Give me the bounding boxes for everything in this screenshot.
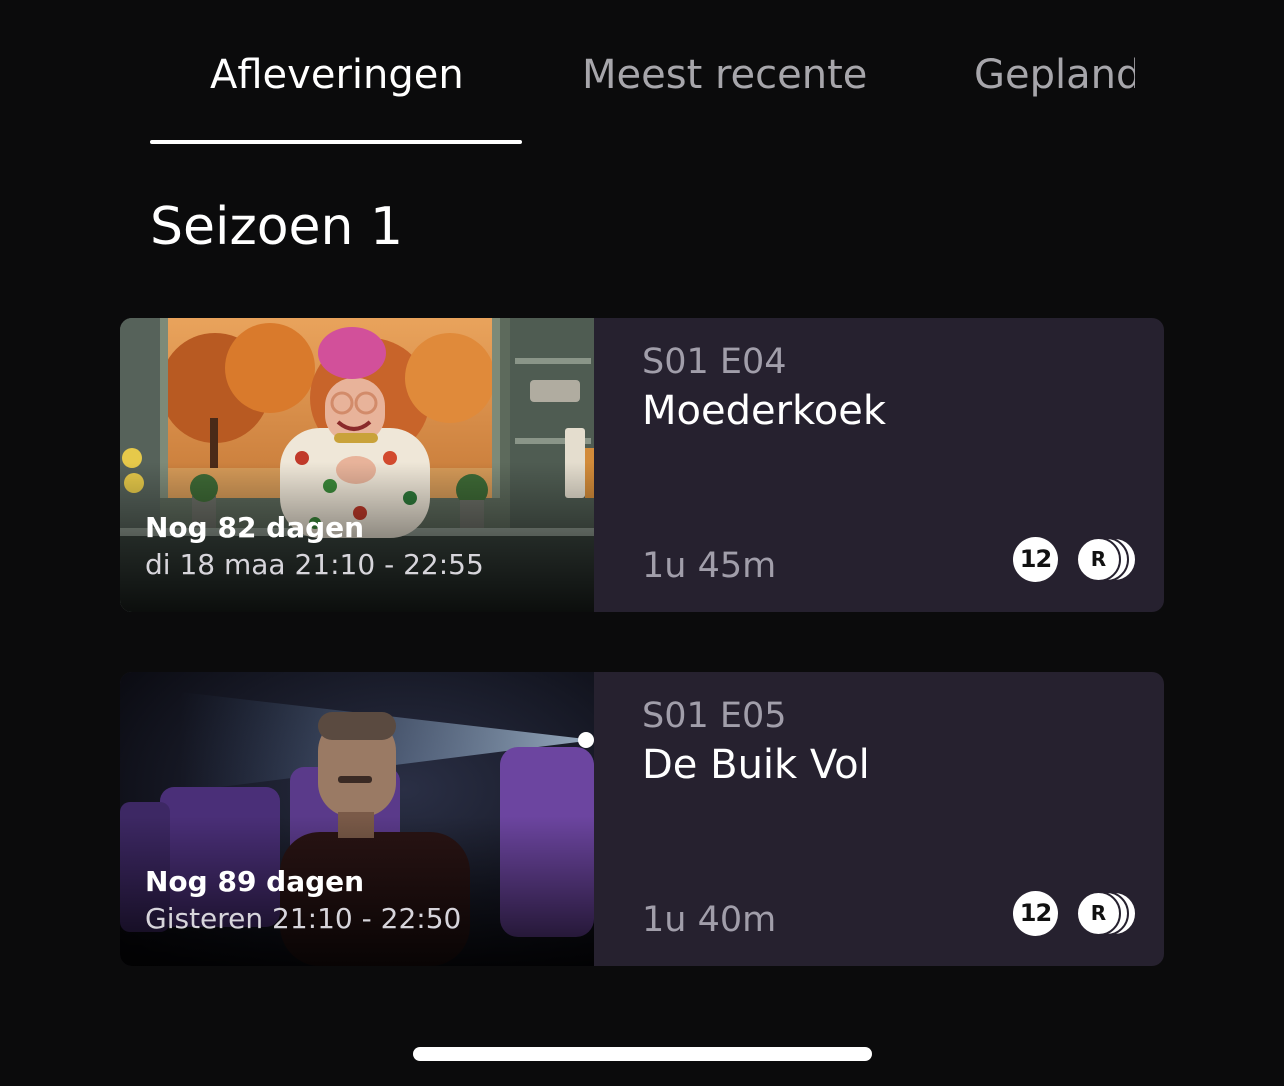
episode-duration: 1u 40m bbox=[642, 900, 777, 940]
tab-afleveringen[interactable]: Afleveringen bbox=[210, 50, 464, 100]
episode-info: S01 E05 De Buik Vol 1u 40m 12 R bbox=[594, 672, 1164, 966]
cooking-show-thumbnail: Nog 82 dagen di 18 maa 21:10 - 22:55 bbox=[120, 318, 594, 612]
cinema-thumbnail: Nog 89 dagen Gisteren 21:10 - 22:50 bbox=[120, 672, 594, 966]
active-tab-indicator bbox=[150, 140, 522, 144]
availability-countdown: Nog 82 dagen bbox=[145, 511, 365, 544]
episode-title: Moederkoek bbox=[642, 388, 887, 434]
air-time: di 18 maa 21:10 - 22:55 bbox=[145, 548, 484, 581]
tab-gepland[interactable]: Gepland bbox=[974, 50, 1135, 100]
season-title: Seizoen 1 bbox=[150, 197, 404, 257]
episode-code: S01 E05 bbox=[642, 696, 787, 736]
rerun-badge-letter: R bbox=[1090, 547, 1107, 571]
air-time: Gisteren 21:10 - 22:50 bbox=[145, 902, 462, 935]
age-rating-12-icon: 12 bbox=[1013, 537, 1058, 582]
home-indicator[interactable] bbox=[413, 1047, 872, 1061]
availability-countdown: Nog 89 dagen bbox=[145, 865, 365, 898]
tab-bar: Afleveringen Meest recente Gepland bbox=[150, 40, 1135, 150]
episode-code: S01 E04 bbox=[642, 342, 787, 382]
episode-info: S01 E04 Moederkoek 1u 45m 12 R bbox=[594, 318, 1164, 612]
episode-duration: 1u 45m bbox=[642, 546, 777, 586]
rerun-badge-icon: R bbox=[1076, 537, 1138, 582]
rerun-badge-letter: R bbox=[1090, 901, 1107, 925]
age-rating-12-icon: 12 bbox=[1013, 891, 1058, 936]
episode-card-2[interactable]: Nog 89 dagen Gisteren 21:10 - 22:50 S01 … bbox=[120, 672, 1164, 966]
rerun-badge-icon: R bbox=[1076, 891, 1138, 936]
tab-meest-recente[interactable]: Meest recente bbox=[582, 50, 867, 100]
episode-title: De Buik Vol bbox=[642, 742, 870, 788]
episode-card-1[interactable]: Nog 82 dagen di 18 maa 21:10 - 22:55 S01… bbox=[120, 318, 1164, 612]
